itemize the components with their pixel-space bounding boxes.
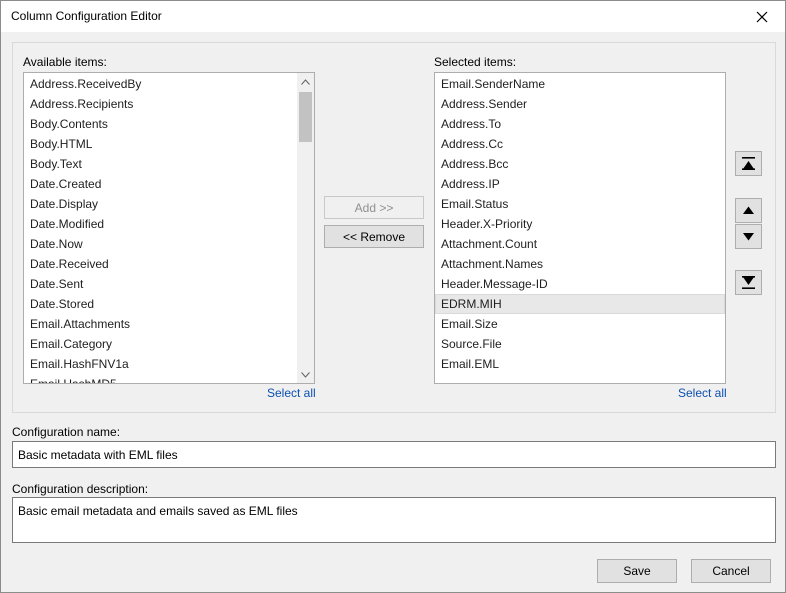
move-to-bottom-button[interactable] (735, 270, 762, 295)
config-name-input[interactable]: Basic metadata with EML files (12, 441, 776, 468)
list-item[interactable]: Body.Text (24, 154, 297, 174)
chevron-up-icon (301, 78, 310, 85)
close-button[interactable] (739, 1, 785, 32)
list-item[interactable]: Date.Stored (24, 294, 297, 314)
list-item[interactable]: Date.Modified (24, 214, 297, 234)
close-icon (756, 11, 768, 22)
list-item[interactable]: Address.Cc (435, 134, 725, 154)
move-down-icon (743, 233, 754, 241)
list-item[interactable]: Email.Category (24, 334, 297, 354)
list-item[interactable]: Email.Attachments (24, 314, 297, 334)
list-item[interactable]: Address.Sender (435, 94, 725, 114)
config-name-label: Configuration name: (12, 425, 121, 439)
list-item[interactable]: Attachment.Names (435, 254, 725, 274)
move-to-bottom-icon (742, 276, 755, 289)
scroll-thumb[interactable] (299, 92, 312, 142)
config-description-label: Configuration description: (12, 482, 149, 496)
list-item[interactable]: Email.Size (435, 314, 725, 334)
list-item[interactable]: Address.Recipients (24, 94, 297, 114)
list-item[interactable]: Email.SenderName (435, 74, 725, 94)
scroll-up-arrow[interactable] (297, 73, 314, 90)
list-item[interactable]: Address.ReceivedBy (24, 74, 297, 94)
list-item[interactable]: Date.Received (24, 254, 297, 274)
selected-items-list[interactable]: Email.SenderName Address.Sender Address.To… (434, 72, 726, 384)
config-description-input[interactable]: Basic email metadata and emails saved as… (12, 497, 776, 543)
cancel-button[interactable]: Cancel (691, 559, 771, 583)
list-item[interactable]: Address.IP (435, 174, 725, 194)
save-button[interactable]: Save (597, 559, 677, 583)
available-list-scrollbar[interactable] (297, 73, 314, 383)
list-item[interactable]: Source.File (435, 334, 725, 354)
list-item[interactable]: Body.HTML (24, 134, 297, 154)
move-up-button[interactable] (735, 198, 762, 223)
scroll-down-arrow[interactable] (297, 366, 314, 383)
move-to-top-icon (742, 157, 755, 170)
list-item[interactable]: Address.Bcc (435, 154, 725, 174)
chevron-down-icon (301, 371, 310, 378)
list-item[interactable]: Email.Status (435, 194, 725, 214)
list-item[interactable]: Body.Contents (24, 114, 297, 134)
list-item[interactable]: Email.HashFNV1a (24, 354, 297, 374)
dialog-window: Column Configuration Editor Available it… (0, 0, 786, 593)
list-item[interactable]: Date.Display (24, 194, 297, 214)
move-to-top-button[interactable] (735, 151, 762, 176)
selected-select-all-link[interactable]: Select all (678, 386, 727, 400)
add-button[interactable]: Add >> (324, 196, 424, 219)
list-item[interactable]: Date.Created (24, 174, 297, 194)
title-bar: Column Configuration Editor (1, 1, 785, 32)
selected-items-label: Selected items: (434, 55, 517, 69)
list-item[interactable]: Attachment.Count (435, 234, 725, 254)
list-item[interactable]: Email.HashMD5 (24, 374, 297, 383)
move-up-icon (743, 206, 754, 214)
available-select-all-link[interactable]: Select all (267, 386, 316, 400)
list-item[interactable]: EDRM.MIH (435, 294, 725, 314)
list-item[interactable]: Email.EML (435, 354, 725, 374)
items-group: Available items: Address.ReceivedBy Addre… (12, 42, 776, 413)
list-item[interactable]: Header.X-Priority (435, 214, 725, 234)
available-items-list[interactable]: Address.ReceivedBy Address.Recipients Body… (23, 72, 315, 384)
list-item[interactable]: Date.Now (24, 234, 297, 254)
move-down-button[interactable] (735, 224, 762, 249)
list-item[interactable]: Address.To (435, 114, 725, 134)
window-title: Column Configuration Editor (11, 9, 162, 23)
available-items-label: Available items: (23, 55, 107, 69)
list-item[interactable]: Header.Message-ID (435, 274, 725, 294)
remove-button[interactable]: << Remove (324, 225, 424, 248)
list-item[interactable]: Date.Sent (24, 274, 297, 294)
